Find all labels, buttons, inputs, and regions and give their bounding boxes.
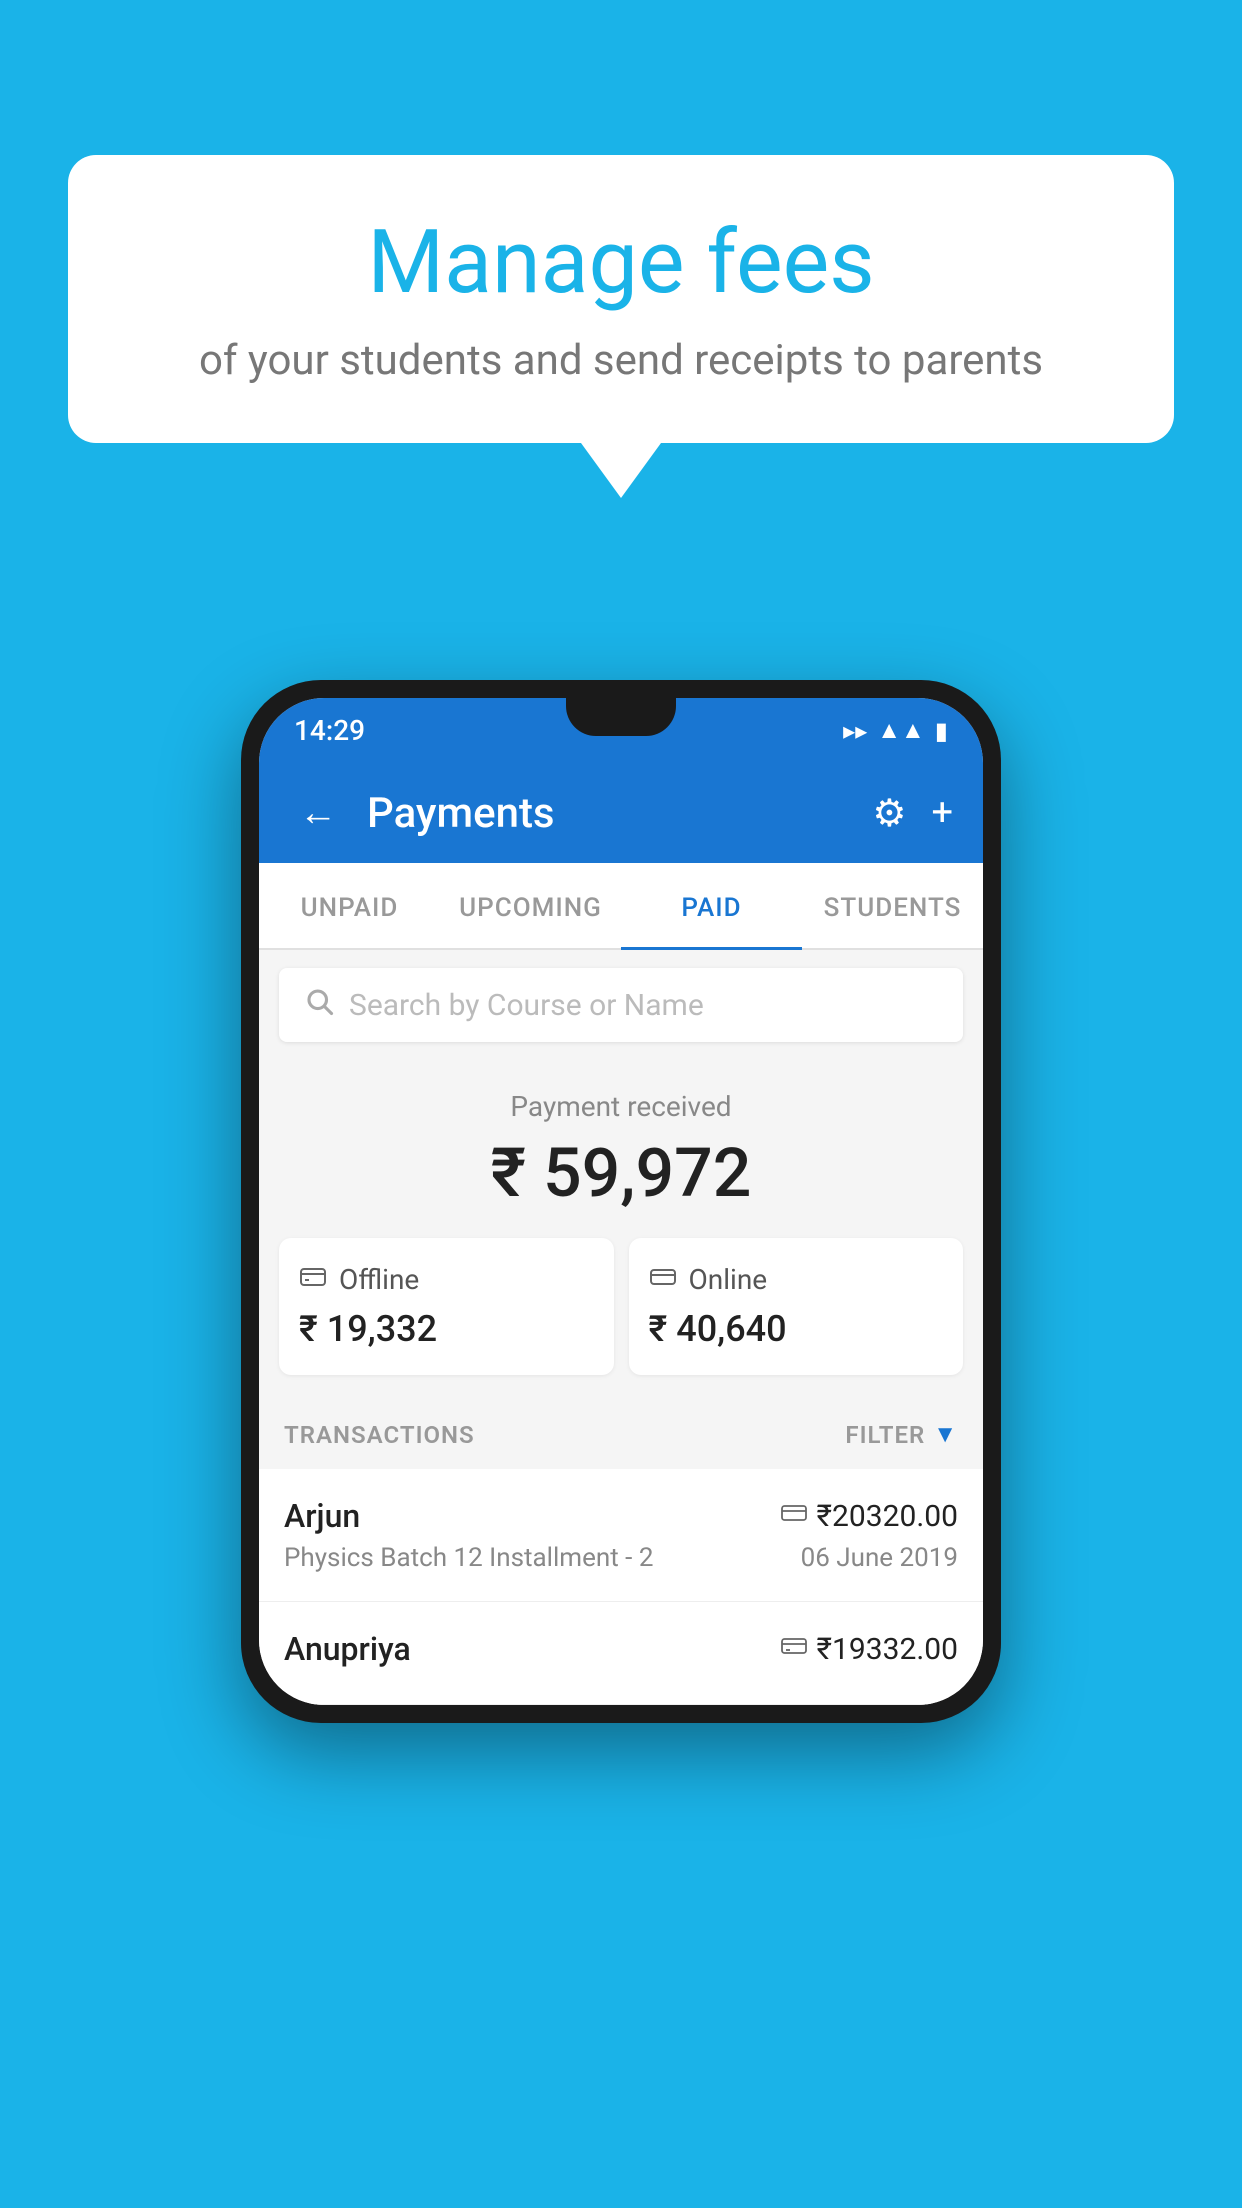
search-icon [304,986,334,1024]
tab-paid[interactable]: PAID [621,863,802,948]
online-payment-icon [781,1501,807,1531]
phone-mockup: 14:29 ▸▸ ▲▲ ▮ ← Payments ⚙ + UNPAID UP [241,680,1001,1723]
speech-bubble-section: Manage fees of your students and send re… [68,155,1174,498]
payment-total-amount: ₹ 59,972 [279,1133,963,1213]
transaction-amount-wrapper: ₹20320.00 [781,1499,958,1534]
add-button[interactable]: + [931,791,953,835]
transactions-header: TRANSACTIONS FILTER ▼ [259,1400,983,1469]
payment-received-label: Payment received [279,1090,963,1123]
filter-button[interactable]: FILTER ▼ [845,1420,958,1449]
table-row[interactable]: Arjun ₹20320.00 Physics [259,1469,983,1602]
online-icon [649,1263,677,1296]
app-bar-actions: ⚙ + [872,791,953,836]
transaction-amount: ₹19332.00 [817,1632,958,1667]
online-amount: ₹ 40,640 [649,1308,944,1350]
speech-bubble-subtitle: of your students and send receipts to pa… [148,334,1094,389]
wifi-icon: ▸▸ [843,717,867,745]
status-icons: ▸▸ ▲▲ ▮ [843,716,948,745]
transaction-name: Anupriya [284,1630,411,1668]
offline-payment-icon [781,1634,807,1664]
online-label: Online [689,1263,768,1296]
tabs-bar: UNPAID UPCOMING PAID STUDENTS [259,863,983,950]
payment-summary: Payment received ₹ 59,972 [259,1060,983,1400]
transaction-bottom: Physics Batch 12 Installment - 2 06 June… [284,1543,958,1573]
battery-icon: ▮ [935,717,948,745]
transactions-list: Arjun ₹20320.00 Physics [259,1469,983,1705]
payment-cards: Offline ₹ 19,332 Online [279,1238,963,1375]
transaction-date: 06 June 2019 [801,1543,958,1573]
offline-amount: ₹ 19,332 [299,1308,594,1350]
transaction-amount: ₹20320.00 [817,1499,958,1534]
transaction-top: Anupriya ₹19332.00 [284,1630,958,1668]
speech-bubble-title: Manage fees [148,215,1094,312]
offline-icon [299,1263,327,1296]
online-card-header: Online [649,1263,944,1296]
tab-upcoming[interactable]: UPCOMING [440,863,621,948]
app-bar-title: Payments [367,789,852,838]
app-bar: ← Payments ⚙ + [259,763,983,863]
speech-bubble-tail [581,443,661,498]
status-bar: 14:29 ▸▸ ▲▲ ▮ [259,698,983,763]
transaction-name: Arjun [284,1497,360,1535]
tab-students[interactable]: STUDENTS [802,863,983,948]
tab-unpaid[interactable]: UNPAID [259,863,440,948]
phone-inner: 14:29 ▸▸ ▲▲ ▮ ← Payments ⚙ + UNPAID UP [259,698,983,1705]
search-input-wrapper[interactable]: Search by Course or Name [279,968,963,1042]
settings-button[interactable]: ⚙ [872,791,906,836]
filter-label: FILTER [845,1421,925,1449]
offline-card: Offline ₹ 19,332 [279,1238,614,1375]
online-card: Online ₹ 40,640 [629,1238,964,1375]
signal-icon: ▲▲ [877,716,925,745]
transaction-amount-wrapper: ₹19332.00 [781,1632,958,1667]
table-row[interactable]: Anupriya ₹19332.00 [259,1602,983,1705]
transaction-course: Physics Batch 12 Installment - 2 [284,1543,653,1573]
phone-outer: 14:29 ▸▸ ▲▲ ▮ ← Payments ⚙ + UNPAID UP [241,680,1001,1723]
status-time: 14:29 [294,714,365,747]
search-placeholder: Search by Course or Name [349,988,704,1023]
transactions-label: TRANSACTIONS [284,1421,475,1449]
offline-label: Offline [339,1263,419,1296]
back-button[interactable]: ← [289,781,347,845]
speech-bubble: Manage fees of your students and send re… [68,155,1174,443]
filter-icon: ▼ [933,1420,958,1449]
offline-card-header: Offline [299,1263,594,1296]
transaction-top: Arjun ₹20320.00 [284,1497,958,1535]
search-bar-section: Search by Course or Name [259,950,983,1060]
notch [566,698,676,736]
